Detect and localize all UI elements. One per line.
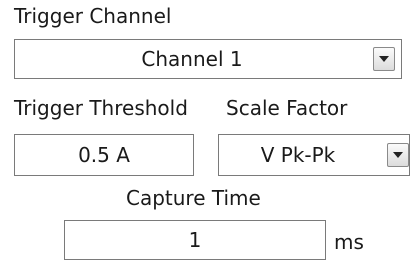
- trigger-threshold-label: Trigger Threshold: [14, 96, 188, 120]
- chevron-down-icon[interactable]: [373, 47, 395, 71]
- chevron-down-icon[interactable]: [387, 143, 409, 167]
- capture-time-value: 1: [188, 228, 202, 252]
- trigger-threshold-value: 0.5 A: [78, 143, 130, 167]
- capture-time-unit: ms: [334, 230, 364, 254]
- scale-factor-select[interactable]: V Pk-Pk: [218, 134, 410, 176]
- trigger-threshold-input[interactable]: 0.5 A: [14, 134, 194, 176]
- scale-factor-label: Scale Factor: [226, 96, 348, 120]
- capture-time-label: Capture Time: [126, 186, 261, 210]
- trigger-channel-value: Channel 1: [141, 47, 243, 71]
- trigger-channel-label: Trigger Channel: [14, 4, 172, 28]
- capture-time-input[interactable]: 1: [64, 220, 326, 260]
- trigger-channel-select[interactable]: Channel 1: [14, 39, 402, 79]
- scale-factor-value: V Pk-Pk: [260, 143, 336, 167]
